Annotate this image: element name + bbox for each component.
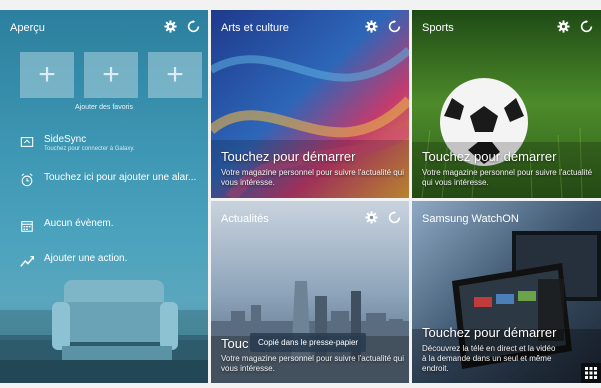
plus-icon: + [38,58,56,91]
add-favorite-1[interactable]: + [20,52,74,98]
app-grid-button[interactable] [581,363,601,383]
watchon-description: Découvrez la télé en direct et la vidéo … [422,344,556,373]
actualites-title: Actualités [221,213,269,225]
watchon-panel[interactable]: Samsung WatchON Touchez pour démarrer Dé… [412,201,601,383]
add-favorite-2[interactable]: + [84,52,138,98]
event-item[interactable]: Aucun évènem. [20,218,114,233]
actualites-start-title: Touc [221,336,249,351]
refresh-icon[interactable] [580,20,593,33]
arts-title: Arts et culture [221,22,289,34]
alarm-item[interactable]: Touchez ici pour ajouter une alar... [20,172,196,187]
favorites-label: Ajouter des favoris [75,104,133,111]
apercu-panel: Aperçu + + + Ajouter des favoris SideSyn… [0,10,208,383]
sports-description: Votre magazine personnel pour suivre l'a… [422,168,593,187]
action-item[interactable]: Ajouter une action. [20,253,127,268]
chart-trend-icon [20,256,34,267]
sidesync-item[interactable]: SideSync Touchez pour connecter à Galaxy… [20,134,135,152]
apercu-title: Aperçu [10,22,45,34]
plus-icon: + [166,58,184,91]
sports-panel[interactable]: Sports Touchez pour démarrer Votre magaz… [412,10,601,198]
refresh-icon[interactable] [388,20,401,33]
alarm-label: Touchez ici pour ajouter une alar... [44,172,197,183]
gear-icon[interactable] [164,20,177,33]
sports-start-title: Touchez pour démarrer [422,149,557,164]
sports-title: Sports [422,22,454,34]
gear-icon[interactable] [365,20,378,33]
actualites-description: Votre magazine personnel pour suivre l'a… [221,354,404,373]
actualites-panel[interactable]: Actualités Touc Votre magazine personnel… [211,201,409,383]
alarm-clock-icon [21,173,33,187]
plus-icon: + [102,58,120,91]
watchon-title: Samsung WatchON [422,213,519,225]
add-favorite-3[interactable]: + [148,52,202,98]
arts-start-title: Touchez pour démarrer [221,149,356,164]
arts-panel[interactable]: Arts et culture Touchez pour démarrer Vo… [211,10,409,198]
event-label: Aucun évènem. [44,218,114,229]
arts-description: Votre magazine personnel pour suivre l'a… [221,168,404,187]
calendar-icon [21,221,33,232]
gear-icon[interactable] [557,20,570,33]
sidesync-title: SideSync [44,134,87,145]
sidesync-icon [20,137,34,147]
gear-icon[interactable] [365,211,378,224]
refresh-icon[interactable] [187,20,200,33]
grid-icon [585,367,597,379]
refresh-icon[interactable] [388,211,401,224]
watchon-start-title: Touchez pour démarrer [422,325,557,340]
sidesync-subtitle: Touchez pour connecter à Galaxy. [44,146,135,152]
copied-toast: Copié dans le presse-papier [250,333,367,352]
action-label: Ajouter une action. [44,253,128,264]
